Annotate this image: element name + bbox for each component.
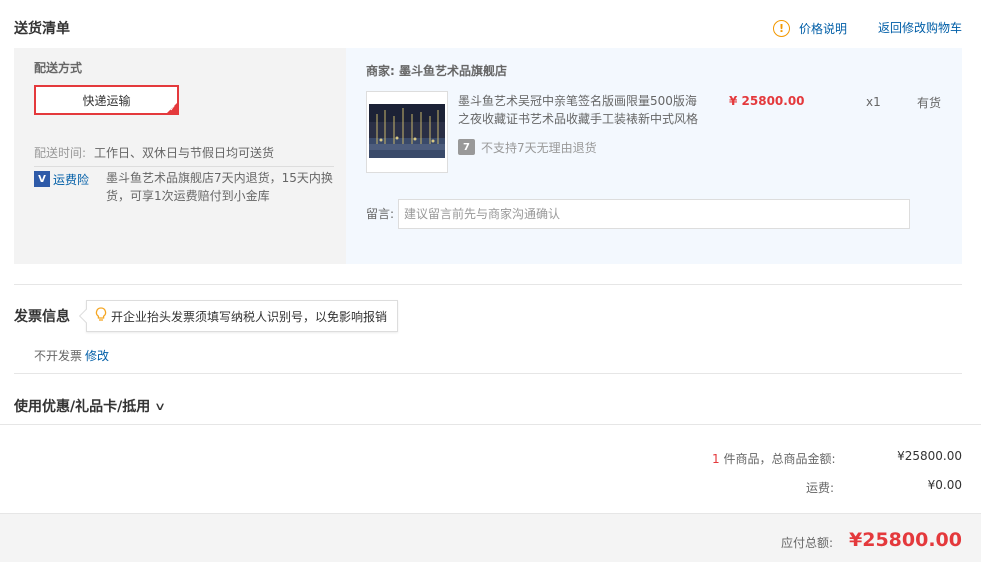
item-count-summary: 1 件商品，总商品金额: [712, 450, 836, 467]
insurance-shield-icon: V [34, 171, 50, 187]
invoice-tip: 开企业抬头发票须填写纳税人识别号，以免影响报销 [78, 300, 399, 332]
shipping-method-option[interactable]: 快递运输 ✓ [34, 85, 179, 115]
section-divider [14, 373, 962, 374]
no-7day-return-text: 不支持7天无理由退货 [481, 141, 597, 155]
no-7day-return-icon: 7 [458, 139, 475, 155]
goods-total-amount: ¥25800.00 [897, 449, 962, 463]
shipping-divider [34, 166, 334, 167]
message-label: 留言: [366, 207, 395, 221]
delivery-list-title: 送货清单 [14, 21, 70, 37]
shipping-fee-label: 运费: [806, 481, 835, 495]
product-title[interactable]: 墨斗鱼艺术吴冠中亲笔签名版画限量500版海之夜收藏证书艺术品收藏手工装裱新中式风… [458, 92, 708, 128]
payable-total: ¥25800.00 [849, 529, 962, 551]
shipping-method-option-label: 快递运输 [82, 93, 131, 108]
merchant-name: 商家: 墨斗鱼艺术品旗舰店 [366, 64, 507, 78]
message-input[interactable] [398, 199, 910, 229]
back-to-cart-link[interactable]: 返回修改购物车 [878, 19, 962, 36]
section-divider [0, 424, 981, 425]
product-stock-status: 有货 [917, 96, 942, 110]
product-thumbnail[interactable] [366, 91, 448, 173]
tooltip-arrow [78, 308, 94, 324]
shipping-insurance-link[interactable]: 运费险 [53, 171, 89, 188]
shipping-fee-value: ¥0.00 [927, 478, 962, 492]
product-quantity: x1 [866, 95, 881, 109]
coupon-section-title: 使用优惠/礼品卡/抵用 [14, 399, 151, 415]
invoice-edit-link[interactable]: 修改 [85, 347, 109, 364]
product-price: ¥ 25800.00 [729, 94, 805, 108]
shipping-method-label: 配送方式 [34, 61, 83, 75]
shipping-insurance-desc: 墨斗鱼艺术品旗舰店7天内退货，15天内换货，可享1次运费赔付到小金库 [106, 171, 333, 203]
item-count: 1 [712, 452, 720, 466]
selected-check-icon: ✓ [169, 104, 176, 113]
invoice-tip-text: 开企业抬头发票须填写纳税人识别号，以免影响报销 [111, 309, 388, 324]
price-note-label: 价格说明 [799, 22, 848, 36]
invoice-status: 不开发票 [34, 349, 83, 363]
coupon-section-toggle[interactable]: 使用优惠/礼品卡/抵用 ∨ [14, 396, 167, 416]
invoice-title: 发票信息 [14, 309, 70, 325]
product-image [369, 104, 445, 158]
section-divider [14, 284, 962, 285]
chevron-down-icon: ∨ [154, 399, 167, 413]
payable-label: 应付总额: [781, 536, 834, 550]
exclamation-circle-icon: ! [773, 20, 790, 37]
delivery-time-value: 工作日、双休日与节假日均可送货 [94, 146, 275, 160]
price-note-link[interactable]: ! 价格说明 [773, 20, 847, 37]
lightbulb-icon [95, 306, 107, 326]
item-count-text: 件商品，总商品金额: [719, 452, 836, 466]
delivery-time-label: 配送时间: [34, 146, 87, 160]
payable-bar [0, 513, 981, 562]
